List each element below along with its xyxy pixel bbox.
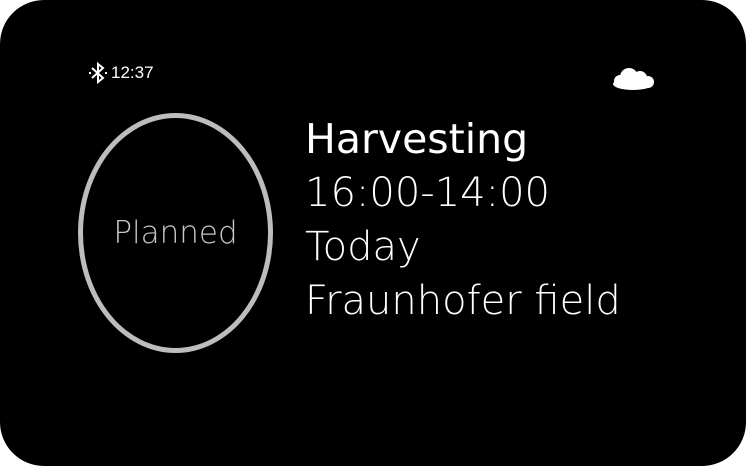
status-time: 12:37 — [111, 63, 154, 82]
task-location: Fraunhofer field — [305, 278, 621, 324]
bluetooth-icon — [89, 61, 107, 85]
glass-card-screen: 12:37 Planned Harvesting 16:00-14:00 Tod… — [0, 0, 746, 466]
task-title: Harvesting — [305, 115, 529, 163]
task-day: Today — [305, 224, 421, 270]
status-bar: 12:37 — [88, 61, 154, 85]
task-details: Harvesting 16:00-14:00 Today Fraunhofer … — [305, 112, 725, 328]
status-ring: Planned — [78, 113, 273, 353]
cloud-icon — [613, 68, 654, 90]
task-time-range: 16:00-14:00 — [305, 170, 550, 216]
status-label: Planned — [113, 215, 238, 251]
